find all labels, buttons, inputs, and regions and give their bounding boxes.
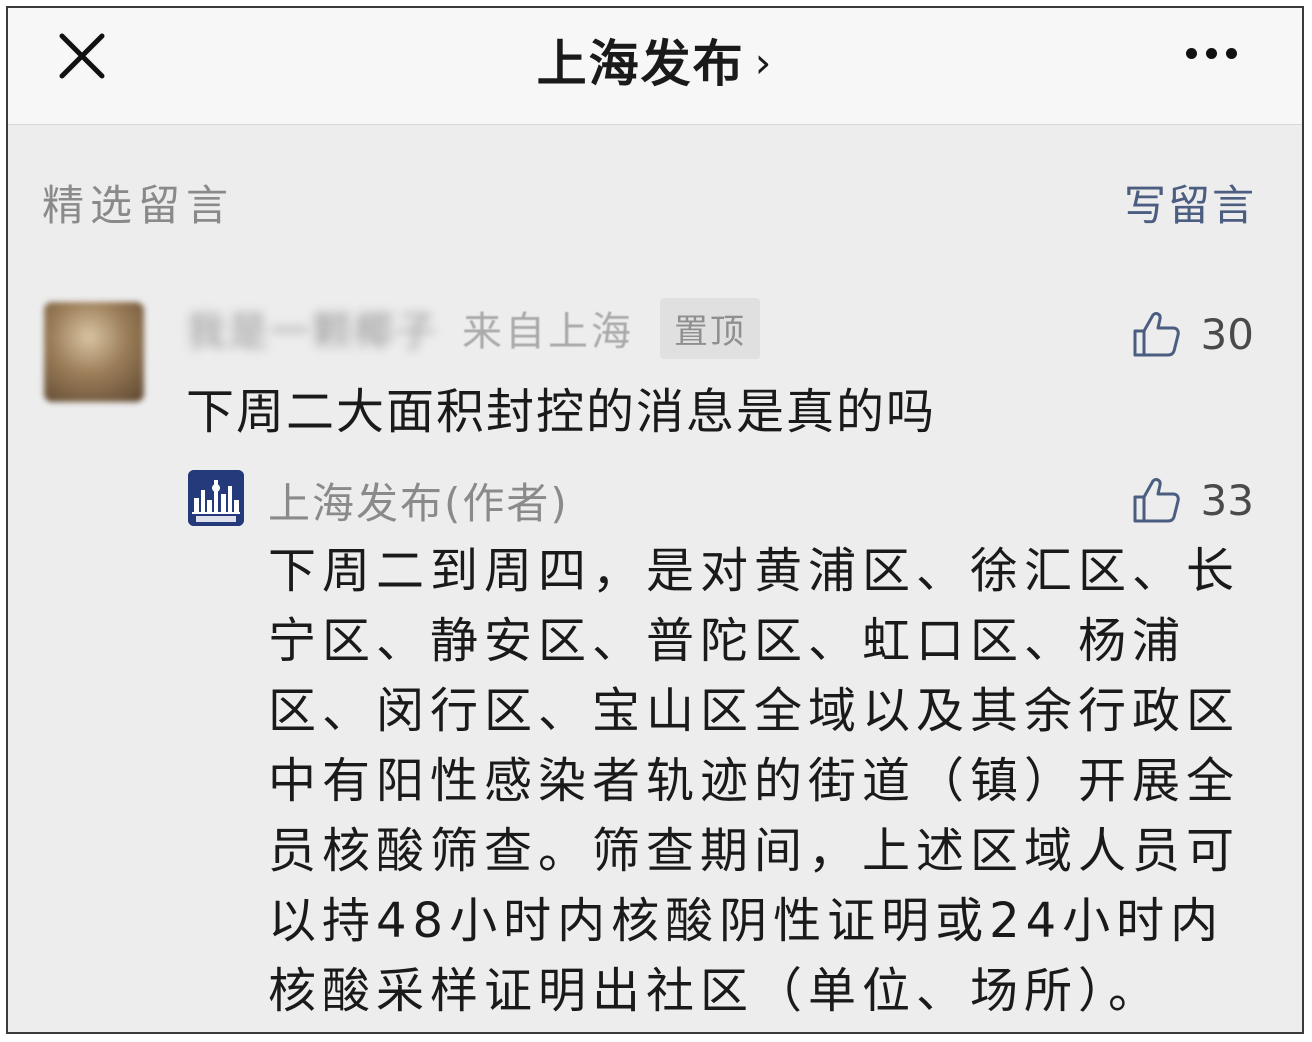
write-comment-link[interactable]: 写留言 bbox=[1124, 172, 1256, 233]
comment-meta: 我是一颗椰子 来自上海 置顶 bbox=[186, 297, 760, 359]
app-frame: 上海发布 › 精选留言 写留言 我是一颗椰子 来自上海 置顶 30 下周二大面积封… bbox=[6, 6, 1304, 1034]
nav-bar: 上海发布 › bbox=[8, 8, 1302, 125]
pinned-badge: 置顶 bbox=[660, 297, 760, 359]
comment-like-button[interactable]: 30 bbox=[1131, 306, 1254, 362]
comment-nickname[interactable]: 我是一颗椰子 bbox=[186, 299, 438, 357]
featured-comments-title: 精选留言 bbox=[42, 181, 235, 230]
reply-text: 下周二到周四，是对黄浦区、徐汇区、长宁区、静安区、普陀区、虹口区、杨浦区、闵行区… bbox=[268, 543, 1241, 1019]
reply-author-name: 上海发布(作者) bbox=[268, 479, 569, 528]
author-avatar[interactable] bbox=[188, 470, 244, 526]
shanghai-skyline-logo-icon bbox=[188, 470, 244, 526]
thumbs-up-icon bbox=[1133, 478, 1180, 523]
avatar[interactable] bbox=[44, 302, 144, 402]
reply-like-button[interactable]: 33 bbox=[1131, 472, 1254, 528]
comment-like-count: 30 bbox=[1200, 309, 1254, 359]
account-title-button[interactable]: 上海发布 › bbox=[8, 24, 1302, 96]
comment-location: 来自上海 bbox=[462, 309, 634, 355]
comment-text: 下周二大面积封控的消息是真的吗 bbox=[186, 384, 937, 440]
reply-like-count: 33 bbox=[1200, 475, 1254, 525]
thumbs-up-icon bbox=[1133, 312, 1180, 357]
chevron-right-icon: › bbox=[754, 38, 774, 87]
account-title: 上海发布 bbox=[536, 35, 745, 93]
more-icon[interactable] bbox=[1186, 44, 1246, 68]
